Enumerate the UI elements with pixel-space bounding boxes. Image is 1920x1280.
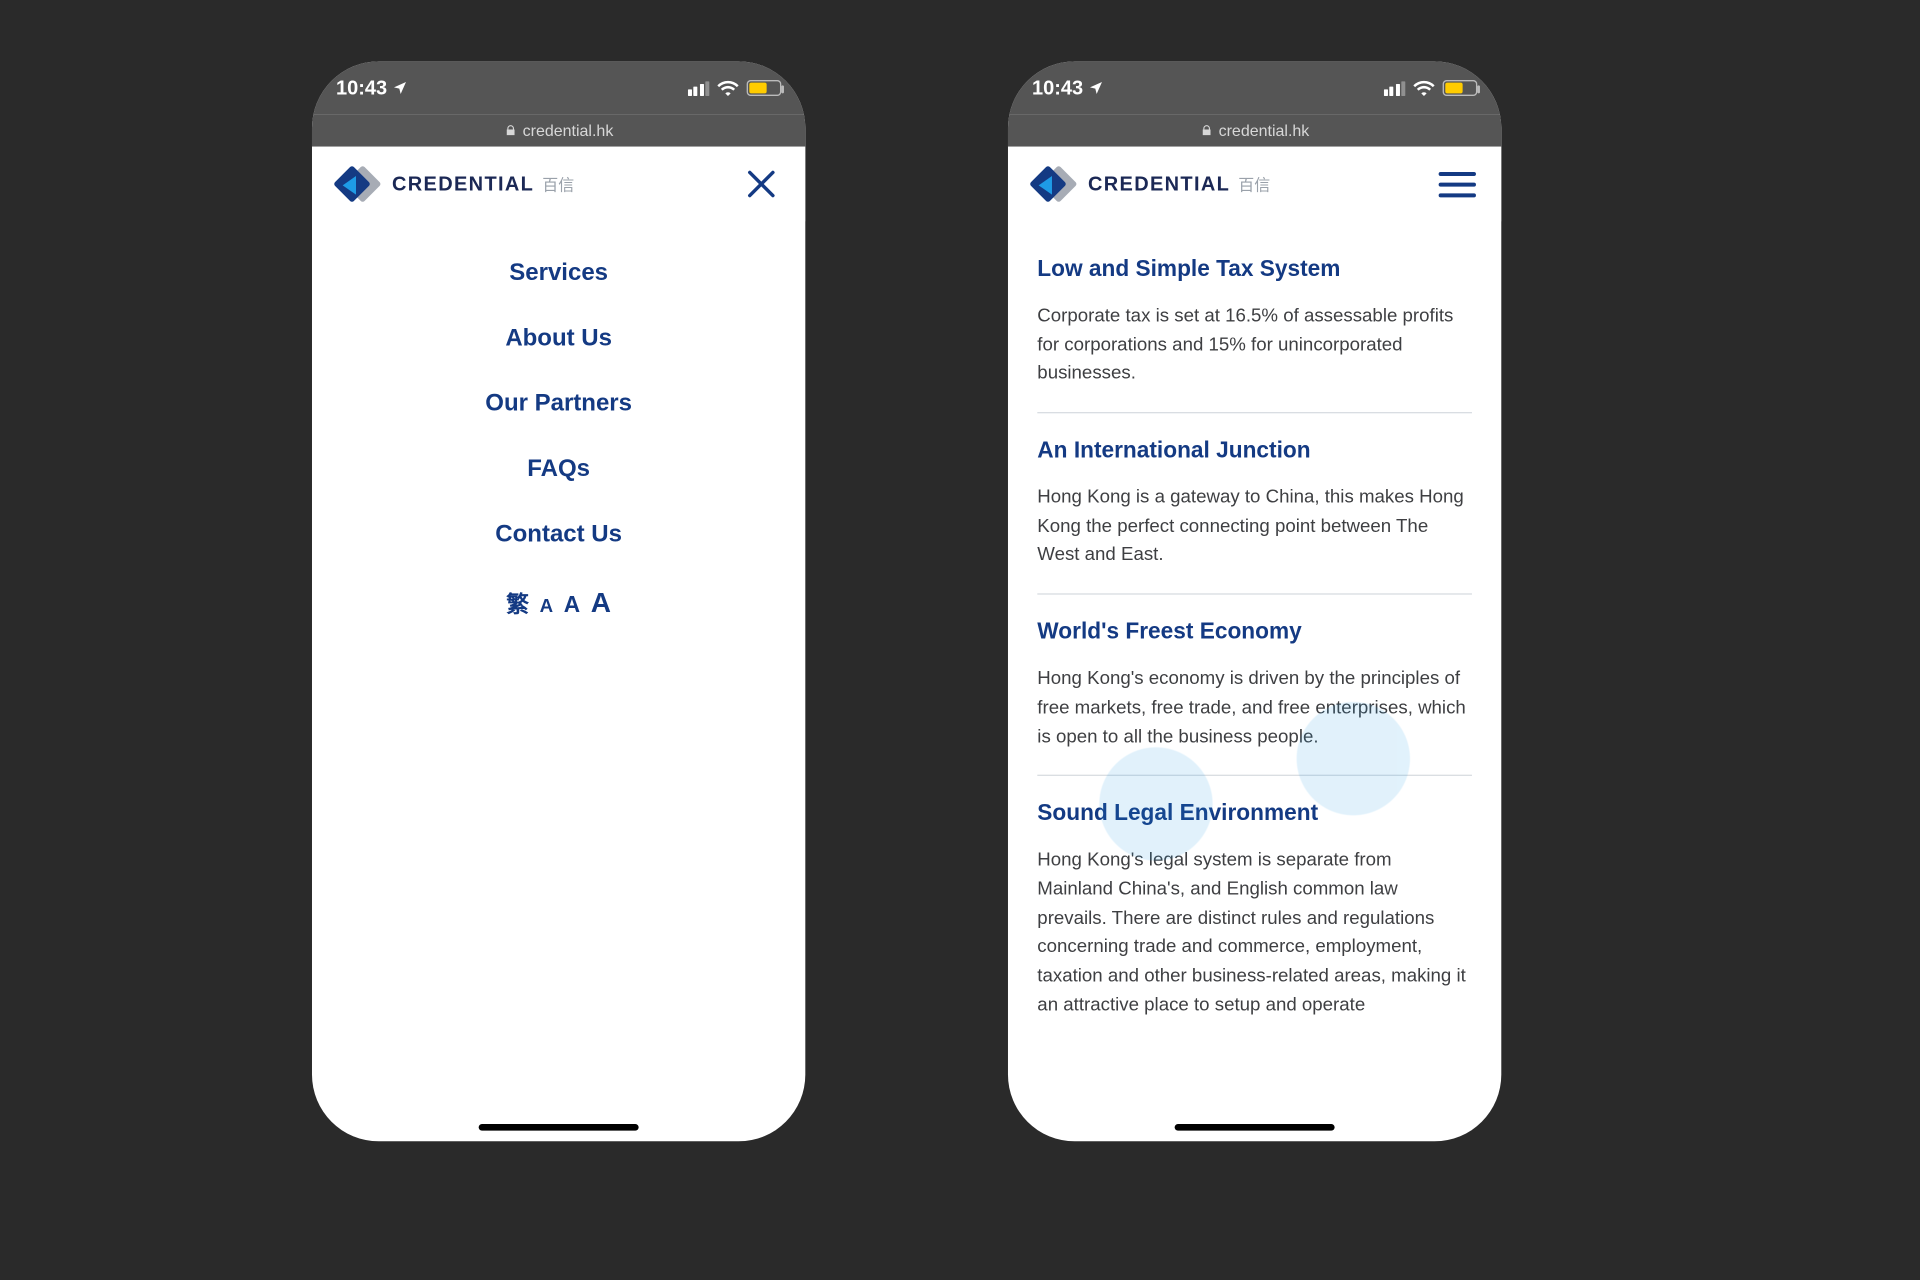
menu-close-button[interactable] bbox=[741, 168, 781, 200]
wifi-icon bbox=[717, 80, 738, 96]
status-time-text: 10:43 bbox=[1032, 77, 1083, 100]
language-font-controls: 繁 A A A bbox=[312, 567, 805, 639]
battery-icon bbox=[1443, 80, 1478, 96]
url-host: credential.hk bbox=[1219, 121, 1310, 140]
section-title: Low and Simple Tax System bbox=[1037, 256, 1472, 283]
brand-sub: 百信 bbox=[542, 173, 574, 196]
menu-item-contact-us[interactable]: Contact Us bbox=[312, 501, 805, 566]
lock-icon bbox=[504, 124, 517, 137]
section-body: Hong Kong is a gateway to China, this ma… bbox=[1037, 483, 1472, 570]
close-icon bbox=[744, 167, 779, 202]
status-bar: 10:43 bbox=[312, 61, 805, 114]
app-header: CREDENTIAL 百信 bbox=[312, 147, 805, 222]
brand-logo-icon bbox=[1032, 165, 1077, 202]
section-title: World's Freest Economy bbox=[1037, 619, 1472, 646]
brand-logo-icon bbox=[336, 165, 381, 202]
menu-item-faqs[interactable]: FAQs bbox=[312, 436, 805, 501]
location-icon bbox=[392, 80, 408, 96]
battery-icon bbox=[747, 80, 782, 96]
section-tax: Low and Simple Tax System Corporate tax … bbox=[1037, 232, 1472, 413]
status-time-text: 10:43 bbox=[336, 77, 387, 100]
main-menu: Services About Us Our Partners FAQs Cont… bbox=[312, 221, 805, 638]
section-body: Corporate tax is set at 16.5% of assessa… bbox=[1037, 301, 1472, 388]
section-title: Sound Legal Environment bbox=[1037, 800, 1472, 827]
phone-mockup-menu: 10:43 credential.hk CREDENTIAL 百信 bbox=[312, 61, 805, 1141]
status-right-icons bbox=[1383, 80, 1477, 96]
status-bar: 10:43 bbox=[1008, 61, 1501, 114]
menu-item-our-partners[interactable]: Our Partners bbox=[312, 371, 805, 436]
home-indicator[interactable] bbox=[479, 1124, 639, 1131]
menu-item-about-us[interactable]: About Us bbox=[312, 305, 805, 370]
hamburger-icon bbox=[1439, 171, 1476, 175]
status-time: 10:43 bbox=[1032, 77, 1104, 100]
url-host: credential.hk bbox=[523, 121, 614, 140]
home-indicator[interactable] bbox=[1175, 1124, 1335, 1131]
location-icon bbox=[1088, 80, 1104, 96]
phone-mockup-content: 10:43 credential.hk CREDENTIAL 百信 bbox=[1008, 61, 1501, 1141]
section-junction: An International Junction Hong Kong is a… bbox=[1037, 413, 1472, 594]
section-body: Hong Kong's economy is driven by the pri… bbox=[1037, 664, 1472, 751]
browser-url-bar[interactable]: credential.hk bbox=[1008, 115, 1501, 147]
menu-open-button[interactable] bbox=[1437, 168, 1477, 200]
section-body: Hong Kong's legal system is separate fro… bbox=[1037, 846, 1472, 1019]
cellular-icon bbox=[1383, 81, 1405, 96]
brand-sub: 百信 bbox=[1238, 173, 1270, 196]
brand-name: CREDENTIAL bbox=[1088, 173, 1230, 196]
browser-url-bar[interactable]: credential.hk bbox=[312, 115, 805, 147]
section-title: An International Junction bbox=[1037, 437, 1472, 464]
brand-name: CREDENTIAL bbox=[392, 173, 534, 196]
lang-zh-button[interactable]: 繁 bbox=[506, 585, 529, 618]
font-size-medium-button[interactable]: A bbox=[564, 592, 580, 619]
app-header: CREDENTIAL 百信 bbox=[1008, 147, 1501, 222]
page-content: Low and Simple Tax System Corporate tax … bbox=[1008, 221, 1501, 1043]
brand[interactable]: CREDENTIAL 百信 bbox=[336, 165, 574, 202]
wifi-icon bbox=[1413, 80, 1434, 96]
status-time: 10:43 bbox=[336, 77, 408, 100]
brand[interactable]: CREDENTIAL 百信 bbox=[1032, 165, 1270, 202]
section-economy: World's Freest Economy Hong Kong's econo… bbox=[1037, 595, 1472, 776]
lock-icon bbox=[1200, 124, 1213, 137]
menu-item-services[interactable]: Services bbox=[312, 240, 805, 305]
cellular-icon bbox=[687, 81, 709, 96]
section-legal: Sound Legal Environment Hong Kong's lega… bbox=[1037, 776, 1472, 1043]
status-right-icons bbox=[687, 80, 781, 96]
font-size-small-button[interactable]: A bbox=[540, 595, 553, 616]
font-size-large-button[interactable]: A bbox=[591, 588, 611, 620]
